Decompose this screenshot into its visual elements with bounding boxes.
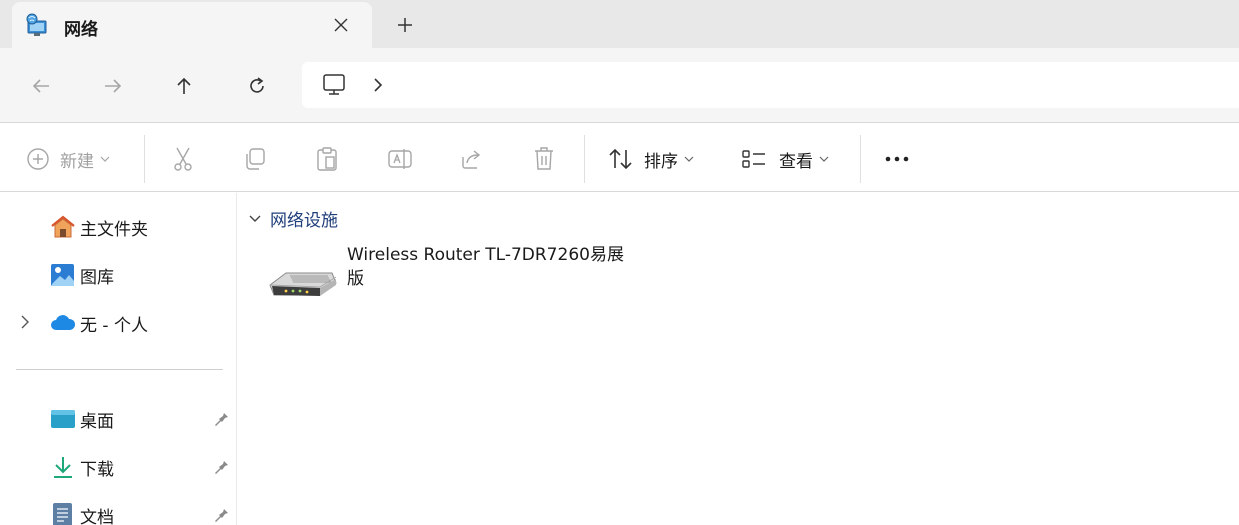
network-icon bbox=[26, 13, 47, 36]
sort-label: 排序 bbox=[644, 151, 678, 172]
plus-circle-icon bbox=[27, 148, 49, 170]
copy-icon bbox=[246, 148, 265, 170]
sidebar-item-desktop[interactable]: 桌面 bbox=[0, 398, 237, 438]
download-icon bbox=[54, 457, 72, 478]
navigation-bar bbox=[0, 48, 1239, 122]
sidebar-item-onedrive[interactable]: 无 - 个人 bbox=[0, 302, 237, 342]
arrow-left-icon bbox=[32, 79, 49, 93]
chevron-down-icon bbox=[249, 215, 261, 222]
chevron-down-icon bbox=[684, 156, 694, 162]
file-explorer-window: 网络 新建 排序 查看 主文件夹 图库 无 - 个人 桌面 下载 文档 网络设施… bbox=[0, 0, 1239, 525]
toolbar-separator bbox=[144, 135, 145, 183]
share-icon bbox=[462, 150, 481, 169]
chevron-right-icon[interactable] bbox=[372, 77, 384, 93]
chevron-down-icon bbox=[100, 156, 110, 162]
sidebar-item-label: 无 - 个人 bbox=[80, 316, 148, 336]
home-icon bbox=[51, 215, 75, 238]
delete-button[interactable] bbox=[532, 145, 556, 173]
view-button[interactable]: 查看 bbox=[741, 145, 829, 173]
sidebar-item-label: 桌面 bbox=[80, 412, 114, 432]
rename-icon bbox=[388, 149, 412, 169]
address-bar[interactable] bbox=[302, 62, 1239, 108]
navigation-pane: 主文件夹 图库 无 - 个人 桌面 下载 文档 bbox=[0, 193, 237, 525]
close-tab-button[interactable] bbox=[328, 12, 354, 38]
view-label: 查看 bbox=[779, 151, 813, 172]
desktop-icon bbox=[51, 410, 75, 428]
sidebar-item-gallery[interactable]: 图库 bbox=[0, 254, 237, 294]
chevron-down-icon bbox=[819, 156, 829, 162]
group-label: 网络设施 bbox=[270, 211, 338, 231]
sidebar-item-downloads[interactable]: 下载 bbox=[0, 446, 237, 486]
command-bar: 新建 排序 查看 bbox=[0, 122, 1239, 192]
new-button[interactable]: 新建 bbox=[26, 145, 110, 173]
group-header-network-infrastructure[interactable]: 网络设施 bbox=[248, 206, 338, 231]
more-options-button[interactable] bbox=[884, 145, 912, 173]
sidebar-divider bbox=[16, 369, 223, 370]
sidebar-item-home[interactable]: 主文件夹 bbox=[0, 206, 237, 246]
router-icon bbox=[269, 272, 337, 296]
view-list-icon bbox=[742, 150, 765, 168]
share-button[interactable] bbox=[459, 145, 485, 173]
pin-icon[interactable] bbox=[212, 505, 230, 523]
pin-icon[interactable] bbox=[212, 457, 230, 475]
cut-button[interactable] bbox=[171, 145, 195, 173]
arrow-right-icon bbox=[105, 79, 122, 93]
content-pane: 网络设施 Wireless Router TL-7DR7260易展版 bbox=[238, 193, 1239, 525]
this-pc-icon bbox=[323, 74, 345, 95]
back-button[interactable] bbox=[26, 72, 56, 100]
gallery-icon bbox=[51, 264, 74, 286]
copy-button[interactable] bbox=[243, 145, 267, 173]
more-icon bbox=[885, 156, 909, 162]
device-item[interactable]: Wireless Router TL-7DR7260易展版 bbox=[260, 241, 624, 303]
chevron-right-icon[interactable] bbox=[19, 314, 31, 330]
up-button[interactable] bbox=[169, 72, 199, 100]
onedrive-icon bbox=[51, 315, 76, 330]
new-tab-button[interactable] bbox=[392, 12, 418, 38]
document-icon bbox=[53, 503, 72, 525]
plus-icon bbox=[398, 18, 412, 32]
tab-title: 网络 bbox=[64, 20, 98, 40]
toolbar-separator bbox=[584, 135, 585, 183]
sidebar-item-label: 主文件夹 bbox=[80, 220, 148, 240]
forward-button[interactable] bbox=[98, 72, 128, 100]
new-label: 新建 bbox=[60, 151, 94, 172]
sort-button[interactable]: 排序 bbox=[608, 145, 694, 173]
toolbar-separator bbox=[860, 135, 861, 183]
sort-icon bbox=[609, 148, 632, 170]
sidebar-item-label: 文档 bbox=[80, 508, 114, 525]
sidebar-item-documents[interactable]: 文档 bbox=[0, 494, 237, 525]
device-name: Wireless Router TL-7DR7260易展版 bbox=[347, 245, 624, 289]
rename-button[interactable] bbox=[387, 145, 413, 173]
sidebar-item-label: 下载 bbox=[80, 460, 114, 480]
scissors-icon bbox=[174, 147, 192, 171]
pin-icon[interactable] bbox=[212, 409, 230, 427]
clipboard-icon bbox=[317, 147, 337, 171]
refresh-icon bbox=[250, 77, 264, 93]
tab-network[interactable]: 网络 bbox=[12, 2, 372, 48]
tab-strip: 网络 bbox=[0, 0, 1239, 48]
arrow-up-icon bbox=[177, 77, 191, 94]
refresh-button[interactable] bbox=[242, 72, 272, 100]
paste-button[interactable] bbox=[315, 145, 339, 173]
trash-icon bbox=[535, 147, 553, 170]
close-icon bbox=[334, 18, 348, 32]
sidebar-item-label: 图库 bbox=[80, 268, 114, 288]
